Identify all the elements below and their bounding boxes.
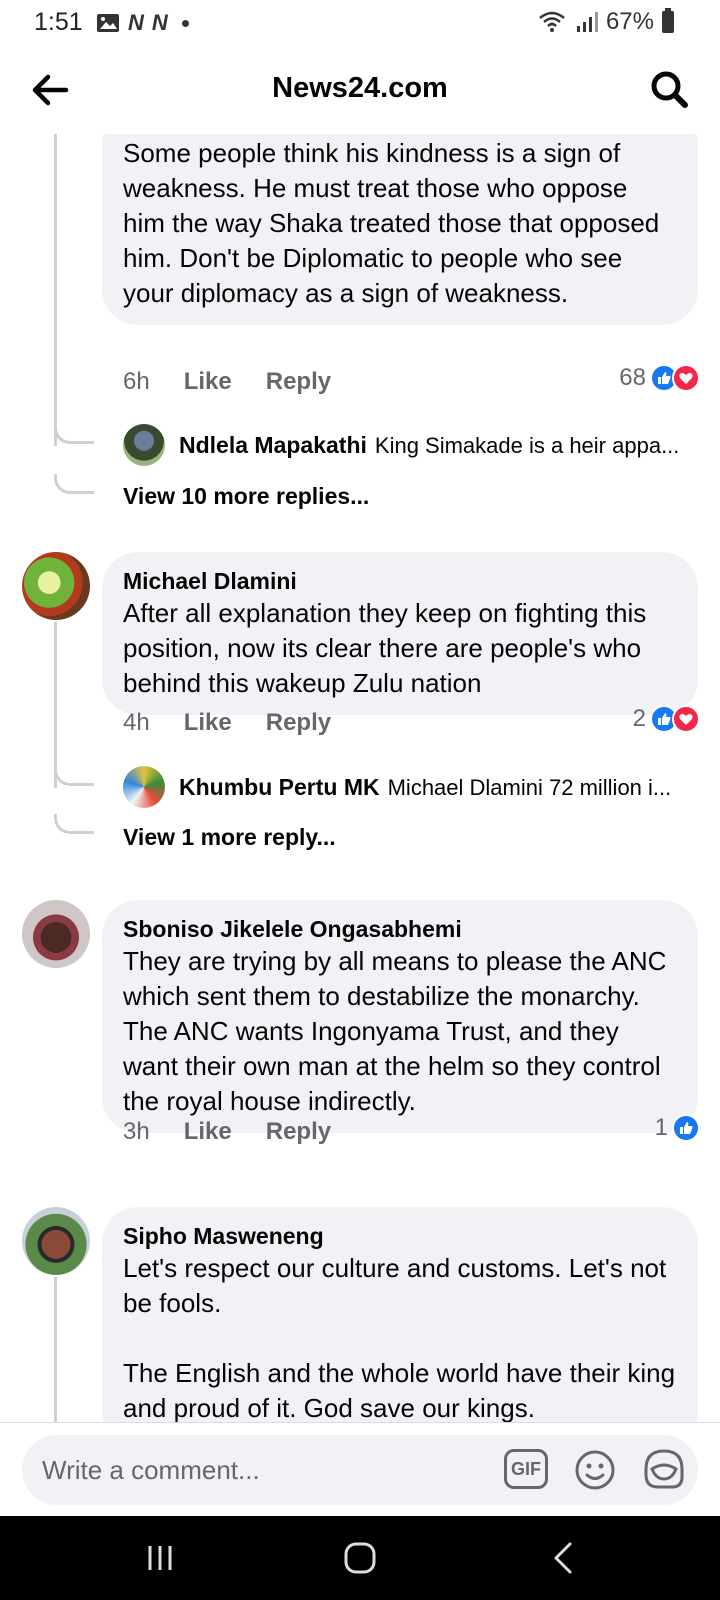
reply-preview[interactable]: Ndlela Mapakathi King Simakade is a heir … <box>179 432 699 459</box>
comment-text: Let's respect our culture and customs. L… <box>123 1253 676 1422</box>
gif-button[interactable]: GIF <box>504 1449 548 1489</box>
thread-line <box>54 134 57 446</box>
comment-input[interactable]: Write a comment... GIF <box>22 1435 698 1505</box>
avatar[interactable] <box>22 552 90 620</box>
reply-snippet: Michael Dlamini 72 million i... <box>387 775 672 800</box>
love-reaction-icon <box>672 705 700 733</box>
comment-author[interactable]: Sboniso Jikelele Ongasabhemi <box>123 914 676 944</box>
comment-bubble[interactable]: Sipho Masweneng Let's respect our cultur… <box>102 1207 698 1422</box>
comment-actions: 6h Like Reply <box>123 368 331 396</box>
comment-bubble[interactable]: Michael Dlamini After all explanation th… <box>102 552 698 715</box>
comments-feed[interactable]: Some people think his kindness is a sign… <box>0 134 720 1422</box>
status-right: 67% <box>538 8 674 36</box>
like-button[interactable]: Like <box>184 1118 232 1146</box>
reaction-summary[interactable]: 68 <box>619 364 700 392</box>
comment-time: 3h <box>123 1118 150 1145</box>
thread-line <box>54 1277 57 1422</box>
news-app-icon-2: N <box>151 10 168 35</box>
wifi-icon <box>539 11 565 32</box>
app-header: News24.com <box>0 46 720 134</box>
avatar[interactable] <box>22 900 90 968</box>
reaction-summary[interactable]: 1 <box>655 1114 700 1142</box>
comment-text: They are trying by all means to please t… <box>123 946 674 1116</box>
reply-connector <box>54 766 94 786</box>
view-more-replies[interactable]: View 10 more replies... <box>123 483 369 510</box>
recent-apps-icon[interactable] <box>140 1538 180 1578</box>
comment-author[interactable]: Michael Dlamini <box>123 566 676 596</box>
news-app-icon: N <box>128 10 144 35</box>
page-title: News24.com <box>272 72 448 104</box>
reaction-summary[interactable]: 2 <box>633 705 700 733</box>
reply-connector <box>54 474 94 494</box>
comment-text: Some people think his kindness is a sign… <box>123 138 667 308</box>
reply-snippet: King Simakade is a heir appa... <box>374 433 680 458</box>
reaction-count: 2 <box>632 705 646 732</box>
thread-line <box>54 622 57 788</box>
reply-author: Khumbu Pertu MK <box>179 774 380 800</box>
like-button[interactable]: Like <box>184 368 232 396</box>
avatar[interactable] <box>22 1207 90 1275</box>
comment-placeholder: Write a comment... <box>42 1455 260 1485</box>
comment-time: 6h <box>123 368 150 395</box>
like-reaction-icon <box>672 1114 700 1142</box>
notification-icons: N N <box>96 10 189 36</box>
reply-button[interactable]: Reply <box>266 1118 331 1146</box>
love-reaction-icon <box>672 364 700 392</box>
emoji-icon[interactable] <box>574 1449 616 1491</box>
comment-composer: Write a comment... GIF <box>0 1422 720 1516</box>
comment-author[interactable]: Sipho Masweneng <box>123 1221 676 1251</box>
system-nav-bar <box>0 1516 720 1600</box>
avatar[interactable] <box>123 424 165 466</box>
like-button[interactable]: Like <box>184 709 232 737</box>
battery-percent: 67% <box>605 8 654 35</box>
reply-button[interactable]: Reply <box>266 709 331 737</box>
home-icon[interactable] <box>340 1538 380 1578</box>
signal-icon <box>576 12 598 32</box>
reply-author: Ndlela Mapakathi <box>179 432 367 458</box>
reply-preview[interactable]: Khumbu Pertu MK Michael Dlamini 72 millio… <box>179 774 699 801</box>
comment-actions: 4h Like Reply <box>123 709 331 737</box>
reply-connector <box>54 814 94 834</box>
back-icon[interactable] <box>544 1538 584 1578</box>
more-notifications-dot <box>181 19 189 27</box>
comment-time: 4h <box>123 709 150 736</box>
status-bar: 1:51 N N 67% <box>0 0 720 46</box>
gallery-icon <box>97 14 119 32</box>
view-more-replies[interactable]: View 1 more reply... <box>123 824 336 851</box>
reply-button[interactable]: Reply <box>266 368 331 396</box>
sticker-icon[interactable] <box>642 1447 686 1491</box>
comment-bubble[interactable]: Sboniso Jikelele Ongasabhemi They are tr… <box>102 900 698 1133</box>
reaction-count: 1 <box>654 1114 668 1141</box>
avatar[interactable] <box>123 766 165 808</box>
comment-actions: 3h Like Reply <box>123 1118 331 1146</box>
search-icon[interactable] <box>646 66 694 114</box>
battery-icon <box>662 8 674 33</box>
reply-connector <box>54 424 94 444</box>
comment-bubble[interactable]: Some people think his kindness is a sign… <box>102 134 698 325</box>
reaction-count: 68 <box>619 364 646 391</box>
status-time: 1:51 <box>34 8 83 36</box>
comment-text: After all explanation they keep on fight… <box>123 598 654 698</box>
